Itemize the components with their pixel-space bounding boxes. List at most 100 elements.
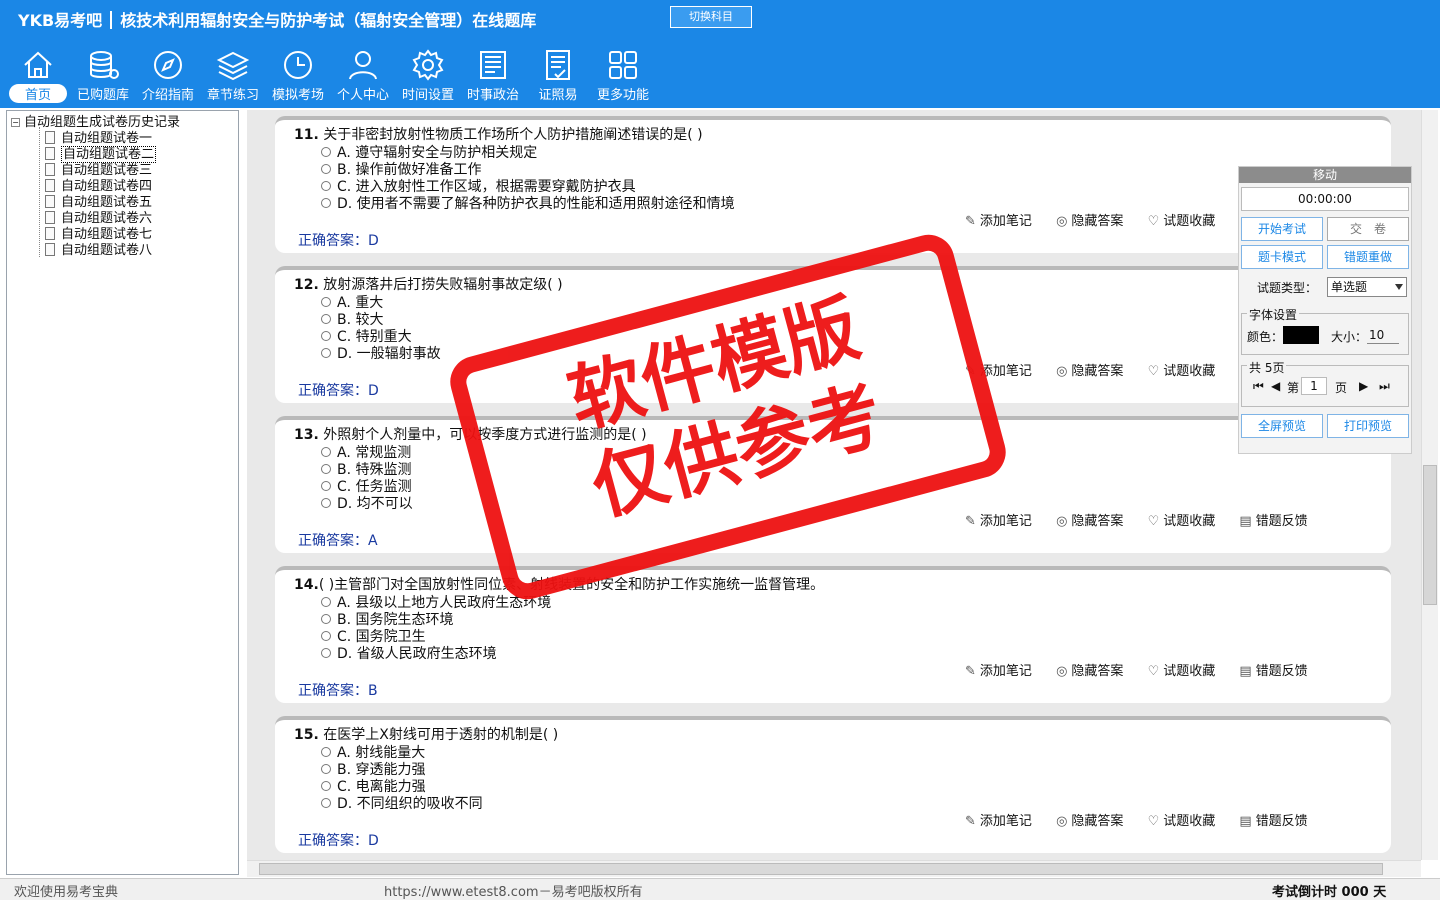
option-d[interactable]: D. 使用者不需要了解各种防护衣具的性能和适用照射途径和情境	[321, 193, 735, 213]
radio-icon[interactable]	[321, 597, 331, 607]
panel-move-handle[interactable]: 移动	[1239, 167, 1411, 183]
news-icon	[480, 51, 506, 79]
feedback-icon: ▤	[1239, 664, 1252, 679]
page-input[interactable]: 1	[1301, 377, 1327, 395]
nav-profile-label: 个人中心	[336, 88, 389, 103]
pencil-icon: ✎	[965, 664, 976, 679]
font-settings-label: 字体设置	[1247, 306, 1300, 323]
nav-current-affairs[interactable]: 时事政治	[461, 46, 525, 104]
option-d[interactable]: D. 均不可以	[321, 493, 413, 513]
radio-icon[interactable]	[321, 781, 331, 791]
radio-icon[interactable]	[321, 498, 331, 508]
tree-item[interactable]: 自动组题试卷一	[45, 127, 152, 146]
tree-root[interactable]: − 自动组题生成试卷历史记录	[11, 111, 180, 130]
radio-icon[interactable]	[321, 181, 331, 191]
feedback-button[interactable]: ▤错题反馈	[1239, 514, 1317, 529]
feedback-button[interactable]: ▤错题反馈	[1239, 814, 1317, 829]
nav-certificate[interactable]: 证照易	[526, 46, 590, 104]
radio-icon[interactable]	[321, 764, 331, 774]
nav-purchased[interactable]: 已购题库	[71, 46, 135, 104]
feedback-label: 错题反馈	[1255, 664, 1308, 679]
submit-button[interactable]: 交 卷	[1327, 217, 1409, 241]
question-type-select[interactable]: 单选题	[1327, 277, 1407, 297]
radio-icon[interactable]	[321, 631, 331, 641]
favorite-button[interactable]: ♡ 试题收藏	[1148, 664, 1226, 679]
radio-icon[interactable]	[321, 198, 331, 208]
correct-answer: 正确答案：A	[298, 530, 378, 550]
question-text: 关于非密封放射性物质工作场所个人防护措施阐述错误的是( )	[323, 127, 703, 143]
add-note-label: 添加笔记	[979, 664, 1032, 679]
first-page-icon[interactable]: ⏮	[1253, 379, 1264, 394]
hide-answer-button[interactable]: ◎ 隐藏答案	[1056, 214, 1133, 229]
radio-icon[interactable]	[321, 481, 331, 491]
next-page-icon[interactable]: ▶	[1359, 379, 1368, 393]
nav-profile[interactable]: 个人中心	[331, 46, 395, 104]
question-card: 14.( )主管部门对全国放射性同位素、射线装置的安全和防护工作实施统一监督管理…	[275, 566, 1391, 703]
document-icon	[45, 243, 55, 256]
radio-icon[interactable]	[321, 464, 331, 474]
tree-item[interactable]: 自动组题试卷八	[45, 239, 152, 258]
favorite-button[interactable]: ♡ 试题收藏	[1148, 214, 1226, 229]
font-size-input[interactable]: 10	[1367, 326, 1399, 344]
redo-wrong-button[interactable]: 错题重做	[1327, 245, 1409, 269]
user-icon	[349, 51, 377, 80]
radio-icon[interactable]	[321, 348, 331, 358]
answer-label: 正确答案：	[298, 683, 368, 699]
nav-chapter[interactable]: 章节练习	[201, 46, 265, 104]
nav-more[interactable]: 更多功能	[591, 46, 655, 104]
radio-icon[interactable]	[321, 297, 331, 307]
add-note-button[interactable]: ✎ 添加笔记	[965, 664, 1042, 679]
favorite-button[interactable]: ♡ 试题收藏	[1148, 364, 1226, 379]
font-color-swatch[interactable]	[1283, 326, 1319, 344]
start-exam-button[interactable]: 开始考试	[1241, 217, 1323, 241]
card-mode-button[interactable]: 题卡模式	[1241, 245, 1323, 269]
vertical-scroll-thumb[interactable]	[1423, 465, 1437, 605]
vertical-scrollbar[interactable]	[1421, 110, 1438, 860]
horizontal-scrollbar[interactable]	[247, 860, 1421, 877]
radio-icon[interactable]	[321, 747, 331, 757]
hide-answer-button[interactable]: ◎ 隐藏答案	[1056, 514, 1133, 529]
radio-icon[interactable]	[321, 614, 331, 624]
add-note-button[interactable]: ✎ 添加笔记	[965, 514, 1042, 529]
prev-page-icon[interactable]: ◀	[1271, 379, 1280, 393]
radio-icon[interactable]	[321, 331, 331, 341]
hide-answer-button[interactable]: ◎ 隐藏答案	[1056, 364, 1133, 379]
tree-item[interactable]: 自动组题试卷三	[45, 159, 152, 178]
hide-answer-button[interactable]: ◎ 隐藏答案	[1056, 664, 1133, 679]
tree-item[interactable]: 自动组题试卷五	[45, 191, 152, 210]
option-d[interactable]: D. 一般辐射事故	[321, 343, 441, 363]
favorite-button[interactable]: ♡ 试题收藏	[1148, 814, 1226, 829]
nav-home[interactable]: 首页	[6, 46, 70, 104]
feedback-button[interactable]: ▤错题反馈	[1239, 664, 1317, 679]
answer-value: B	[368, 683, 378, 699]
nav-time-settings[interactable]: 时间设置	[396, 46, 460, 104]
question-title: 15. 在医学上X射线可用于透射的机制是( )	[294, 724, 558, 744]
tree-item-selected[interactable]: 自动组题试卷二	[45, 143, 157, 163]
print-preview-button[interactable]: 打印预览	[1327, 414, 1409, 438]
option-d[interactable]: D. 省级人民政府生态环境	[321, 643, 497, 663]
hide-answer-button[interactable]: ◎ 隐藏答案	[1056, 814, 1133, 829]
nav-guide[interactable]: 介绍指南	[136, 46, 200, 104]
favorite-button[interactable]: ♡ 试题收藏	[1148, 514, 1226, 529]
add-note-button[interactable]: ✎ 添加笔记	[965, 214, 1042, 229]
tree-item[interactable]: 自动组题试卷六	[45, 207, 152, 226]
tree-item[interactable]: 自动组题试卷七	[45, 223, 152, 242]
radio-icon[interactable]	[321, 147, 331, 157]
horizontal-scroll-thumb[interactable]	[259, 863, 1383, 875]
add-note-button[interactable]: ✎ 添加笔记	[965, 814, 1042, 829]
app-header: YKB易考吧 核技术利用辐射安全与防护考试（辐射安全管理）在线题库 切换科目 首页…	[0, 0, 1440, 108]
radio-icon[interactable]	[321, 447, 331, 457]
collapse-icon[interactable]: −	[11, 118, 20, 127]
radio-icon[interactable]	[321, 314, 331, 324]
last-page-icon[interactable]: ⏭	[1379, 379, 1390, 394]
switch-subject-button[interactable]: 切换科目	[670, 6, 752, 28]
radio-icon[interactable]	[321, 648, 331, 658]
radio-icon[interactable]	[321, 798, 331, 808]
nav-home-label: 首页	[9, 84, 67, 103]
option-d[interactable]: D. 不同组织的吸收不同	[321, 793, 483, 813]
nav-mock-exam[interactable]: 模拟考场	[266, 46, 330, 104]
radio-icon[interactable]	[321, 164, 331, 174]
tree-item[interactable]: 自动组题试卷四	[45, 175, 152, 194]
correct-answer: 正确答案：D	[298, 230, 379, 250]
fullscreen-preview-button[interactable]: 全屏预览	[1241, 414, 1323, 438]
